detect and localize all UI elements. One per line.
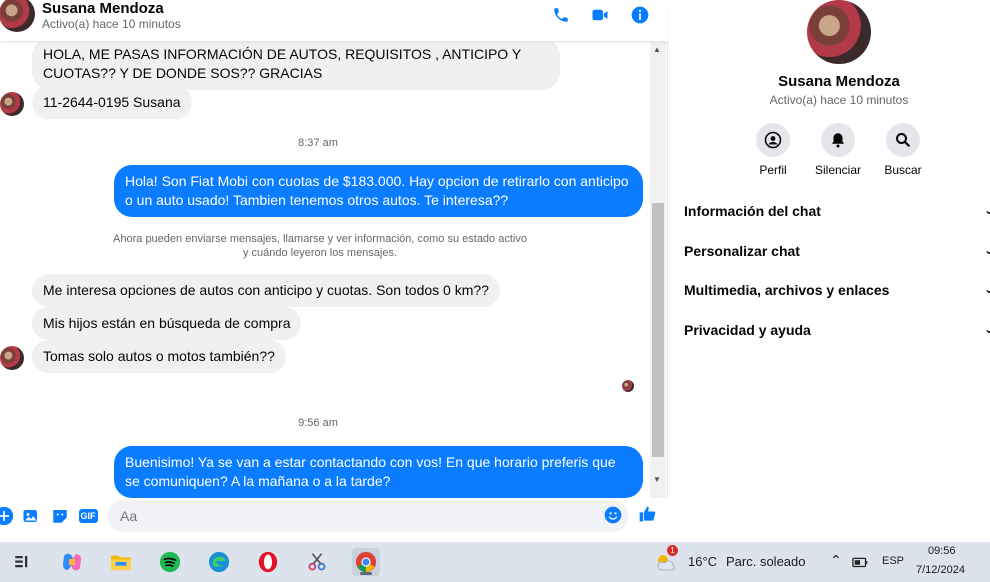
snipping-tool-icon[interactable] [303,548,331,576]
active-app-indicator [360,572,372,575]
opera-icon[interactable] [254,548,282,576]
video-icon[interactable] [589,4,611,26]
mute-label: Silenciar [814,163,862,177]
chevron-down-icon: ⌄ [983,322,990,336]
section-privacy-help[interactable]: Privacidad y ayuda ⌄ [684,322,990,338]
contact-name[interactable]: Susana Mendoza [42,0,164,17]
profile-label: Perfil [759,163,787,177]
chevron-down-icon: ⌄ [983,282,990,296]
message-outgoing[interactable]: Hola! Son Fiat Mobi con cuotas de $183.0… [114,165,643,217]
clock-date[interactable]: 7/12/2024 [916,564,965,576]
read-receipt-avatar [622,380,634,392]
gif-label: GIF [78,509,98,523]
section-label: Multimedia, archivos y enlaces [684,282,890,298]
clock-time[interactable]: 09:56 [928,545,956,557]
info-icon[interactable] [629,4,651,26]
system-notice-line: Ahora pueden enviarse mensajes, llamarse… [113,233,527,245]
chevron-up-icon[interactable]: ⌃ [830,552,842,569]
profile-avatar[interactable] [807,0,871,64]
messenger-app: Susana Mendoza Activo(a) hace 10 minutos… [0,0,990,542]
scroll-up-arrow-icon[interactable]: ▲ [653,45,661,54]
section-chat-info[interactable]: Información del chat ⌄ [684,203,990,219]
gif-icon[interactable]: GIF [78,506,98,526]
image-icon[interactable] [21,506,41,526]
system-notice: Ahora pueden enviarse mensajes, llamarse… [100,232,540,260]
scroll-down-arrow-icon[interactable]: ▼ [653,475,661,484]
message-incoming[interactable]: Me interesa opciones de autos con antici… [32,274,500,307]
spotify-icon[interactable] [156,548,184,576]
chat-pane: Susana Mendoza Activo(a) hace 10 minutos… [0,0,668,542]
profile-name: Susana Mendoza [778,73,900,90]
section-label: Personalizar chat [684,243,800,259]
section-media-files-links[interactable]: Multimedia, archivos y enlaces ⌄ [684,282,990,298]
task-view-icon[interactable] [8,548,36,576]
contact-avatar-small[interactable] [0,346,24,370]
plus-icon[interactable] [0,506,14,526]
chevron-down-icon: ⌄ [983,203,990,217]
profile-button[interactable]: Perfil [743,123,803,177]
weather-icon[interactable]: 1 [653,545,679,576]
composer: GIF [0,498,668,542]
copilot-icon[interactable] [58,548,86,576]
search-icon [886,123,920,157]
weather-temperature[interactable]: 16°C [688,554,717,569]
search-button[interactable]: Buscar [873,123,933,177]
timestamp: 8:37 am [298,137,338,149]
section-label: Información del chat [684,203,821,219]
section-label: Privacidad y ayuda [684,322,811,338]
weather-notification-badge: 1 [667,545,678,556]
emoji-icon[interactable] [603,505,623,525]
section-customize-chat[interactable]: Personalizar chat ⌄ [684,243,990,259]
bell-icon [821,123,855,157]
like-icon[interactable] [638,504,658,524]
contact-status: Activo(a) hace 10 minutos [42,17,181,31]
chrome-icon[interactable] [352,548,380,576]
message-incoming[interactable]: HOLA, ME PASAS INFORMACIÓN DE AUTOS, REQ… [32,42,560,90]
network-battery-icon[interactable] [849,548,873,576]
taskbar: 1 16°C Parc. soleado ⌃ ESP 09:56 7/12/20… [0,542,990,582]
chevron-down-icon: ⌄ [983,243,990,257]
search-label: Buscar [884,163,922,177]
edge-icon[interactable] [205,548,233,576]
contact-avatar-small[interactable] [0,92,24,116]
message-incoming[interactable]: Tomas solo autos o motos también?? [32,340,286,373]
message-list[interactable]: HOLA, ME PASAS INFORMACIÓN DE AUTOS, REQ… [0,42,650,498]
file-explorer-icon[interactable] [107,548,135,576]
scrollbar-thumb[interactable] [652,203,664,457]
language-indicator[interactable]: ESP [882,555,904,567]
chat-header: Susana Mendoza Activo(a) hace 10 minutos [0,0,668,42]
weather-description[interactable]: Parc. soleado [726,554,806,569]
system-notice-line: y cuándo leyeron los mensajes. [242,247,398,259]
message-scrollbar[interactable]: ▲ ▼ [650,42,666,498]
message-incoming[interactable]: Mis hijos están en búsqueda de compra [32,307,302,340]
mute-button[interactable]: Silenciar [808,123,868,177]
profile-status: Activo(a) hace 10 minutos [769,93,909,107]
message-input[interactable] [108,500,628,532]
message-incoming[interactable]: 11-2644-0195 Susana [32,86,192,119]
profile-icon [756,123,790,157]
contact-avatar[interactable] [0,0,35,32]
sticker-icon[interactable] [50,506,70,526]
phone-icon[interactable] [550,4,572,26]
message-outgoing[interactable]: Buenisimo! Ya se van a estar contactando… [114,446,643,498]
details-panel: Susana Mendoza Activo(a) hace 10 minutos… [669,0,990,542]
timestamp: 9:56 am [298,417,338,429]
